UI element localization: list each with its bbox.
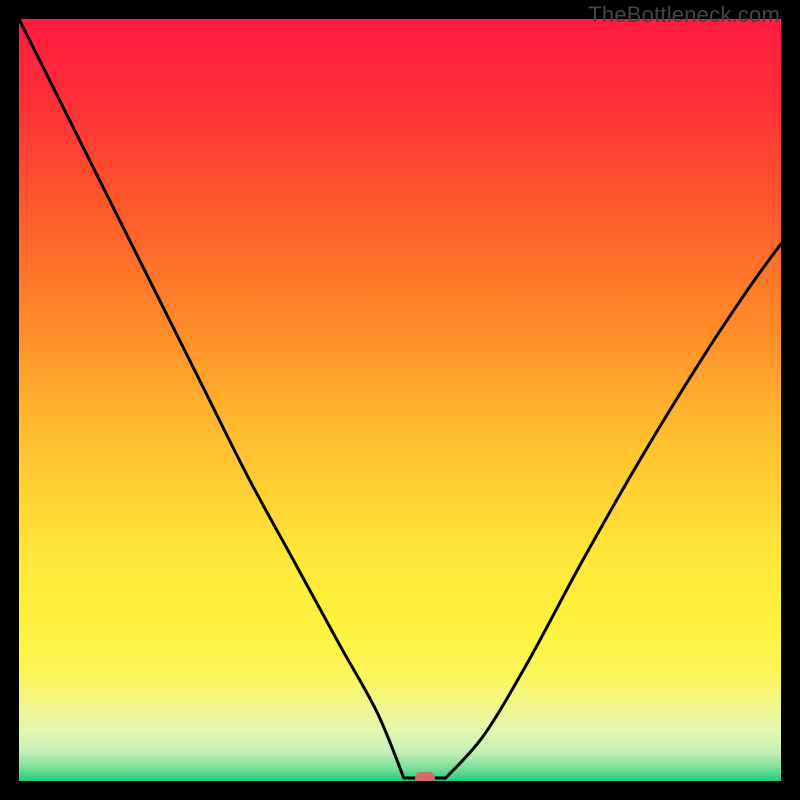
chart-frame: TheBottleneck.com <box>0 0 800 800</box>
watermark-text: TheBottleneck.com <box>588 2 780 28</box>
plot-area <box>19 19 781 781</box>
optimal-point-marker <box>415 772 435 781</box>
bottleneck-curve <box>19 19 781 781</box>
